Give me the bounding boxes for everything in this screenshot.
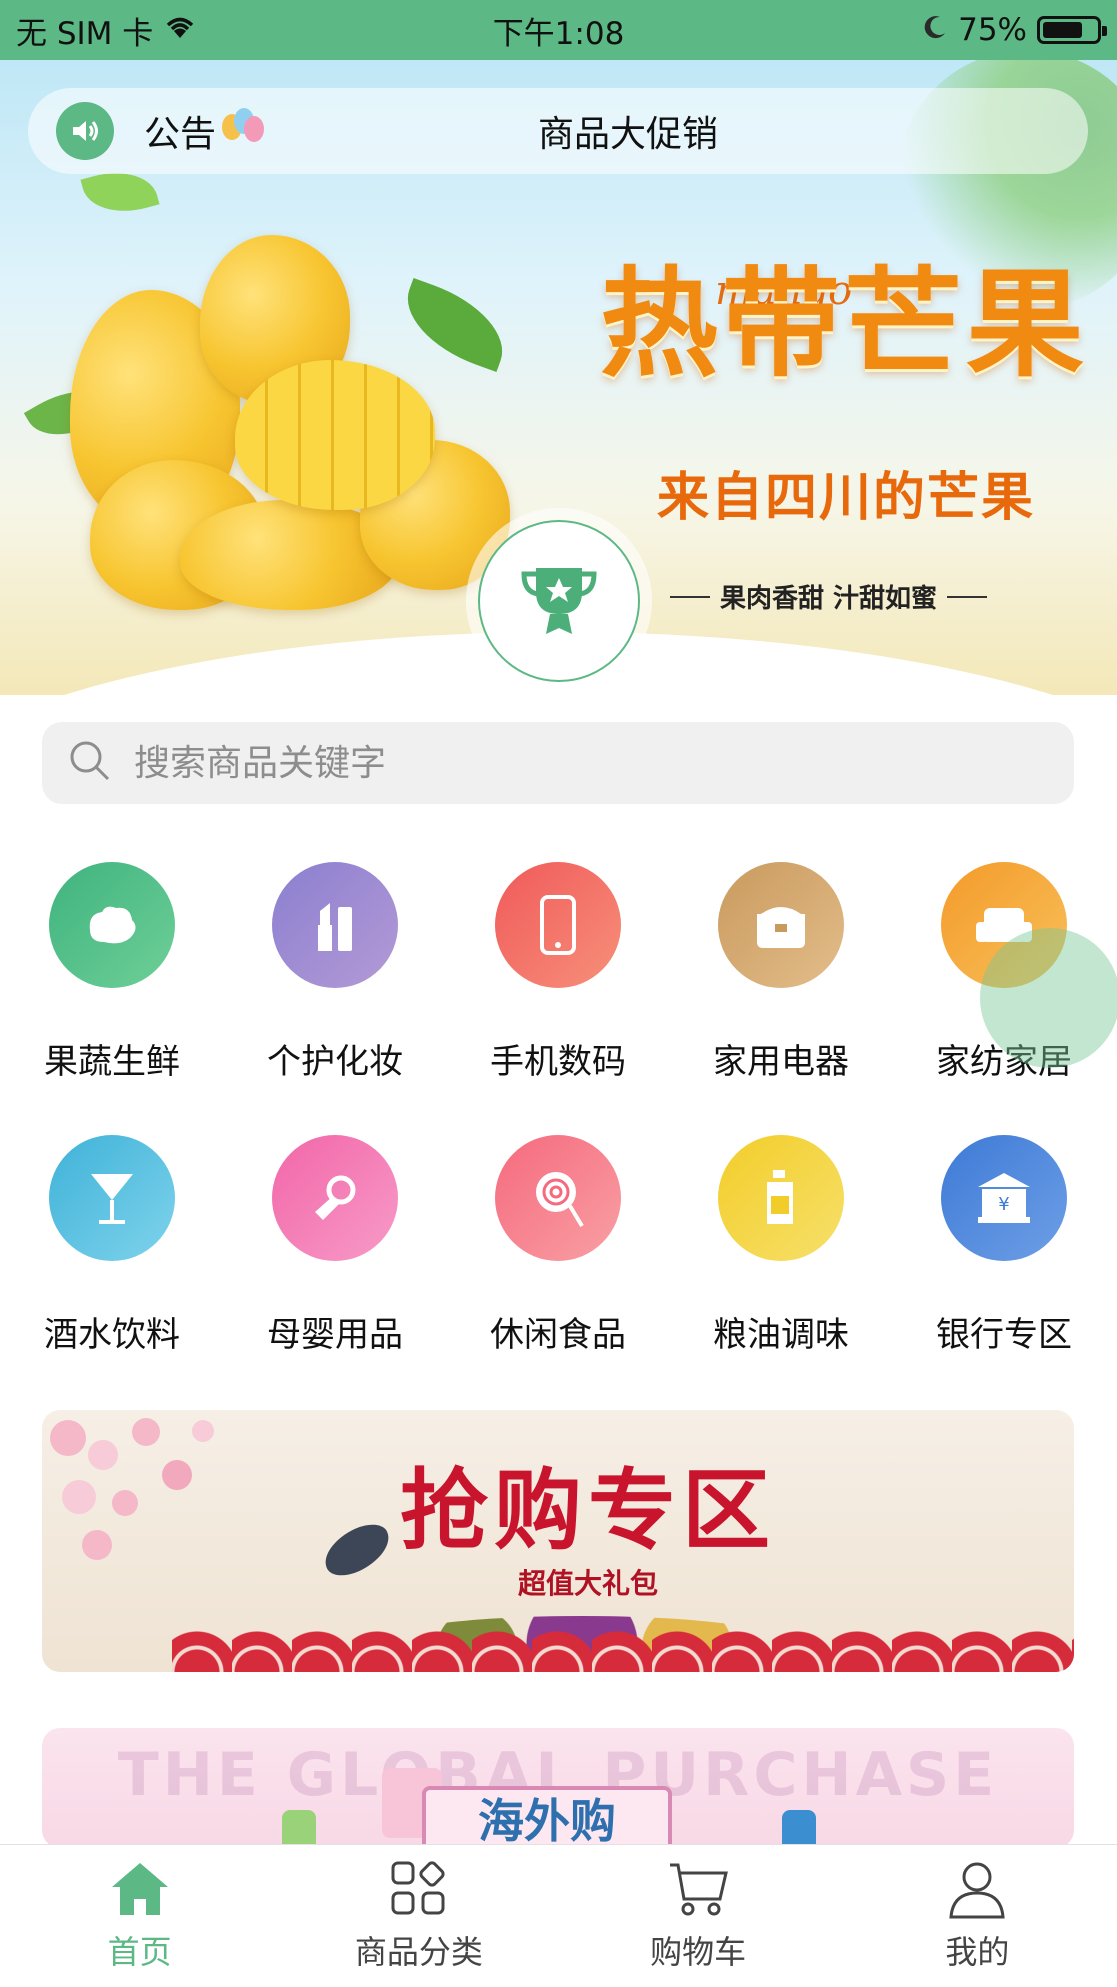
rice-cooker-icon [718,862,844,988]
category-grid-icon [391,1861,445,1915]
banner-subtitle: 来自四川的芒果 [657,468,1036,528]
pacifier-icon [272,1135,398,1261]
mango-cubed-image [235,360,435,510]
user-icon [949,1862,1006,1919]
category-label: 家用电器 [713,1042,849,1082]
featured-label: 精选 [0,690,1117,695]
search-icon [68,739,112,787]
banner-tagline-text: 果肉香甜 汁甜如蜜 [720,584,938,614]
tab-cart-label: 购物车 [650,1933,747,1971]
tab-category-label: 商品分类 [354,1933,483,1971]
tab-home-label: 首页 [107,1933,172,1971]
category-item[interactable]: 酒水饮料 [22,1135,202,1356]
home-icon [111,1863,168,1915]
category-label: 母婴用品 [267,1315,403,1355]
category-label: 银行专区 [936,1315,1072,1355]
category-item[interactable]: ¥ 银行专区 [914,1135,1094,1356]
svg-text:¥: ¥ [998,1194,1009,1215]
lollipop-icon [495,1135,621,1261]
category-label: 个护化妆 [267,1042,403,1082]
moon-icon [922,12,948,48]
category-item[interactable]: 粮油调味 [691,1135,871,1356]
category-label: 手机数码 [490,1042,626,1082]
category-item[interactable]: 手机数码 [468,862,648,1083]
tab-home[interactable]: 首页 [0,1845,279,1987]
hero-banner[interactable]: mango 热带芒果 来自四川的芒果 果肉香甜 汁甜如蜜 公告 商品大促销 [0,60,1117,695]
category-label: 酒水饮料 [44,1315,180,1355]
cart-icon [670,1863,729,1916]
banner-tagline: 果肉香甜 汁甜如蜜 [670,578,988,615]
banner-title: 热带芒果 [600,254,1089,393]
category-item[interactable]: 果蔬生鲜 [22,862,202,1083]
category-item[interactable]: 休闲食品 [468,1135,648,1356]
category-label: 果蔬生鲜 [44,1042,180,1082]
carrier-text: 无 SIM 卡 [16,15,154,52]
flash-sale-title: 抢购专区 [399,1458,776,1562]
category-label: 粮油调味 [713,1315,849,1355]
tab-mine-label: 我的 [945,1933,1010,1971]
vegetable-icon [49,862,175,988]
bottle-decoration [282,1810,316,1848]
flash-sale-banner[interactable]: 抢购专区 超值大礼包 [42,1410,1074,1672]
status-bar: 无 SIM 卡 下午1:08 75% [0,0,1117,60]
overseas-title: 海外购 [422,1786,672,1848]
category-item[interactable]: 家用电器 [691,862,871,1083]
tab-cart[interactable]: 购物车 [559,1845,838,1987]
category-label: 休闲食品 [490,1315,626,1355]
tab-bar: 首页 商品分类 购物车 我的 [0,1844,1117,1987]
wifi-icon [163,12,197,48]
lipstick-icon [272,862,398,988]
notice-text[interactable]: 商品大促销 [28,105,1088,157]
overseas-banner[interactable]: THE GLOBAL PURCHASE 海外购 [42,1728,1074,1848]
tab-category[interactable]: 商品分类 [279,1845,558,1987]
search-bar[interactable] [42,722,1074,804]
app-screen: 无 SIM 卡 下午1:08 75% mango 热带芒果 来自四川的芒果 果肉… [0,0,1117,1987]
battery-icon [1037,16,1107,44]
bank-icon: ¥ [941,1135,1067,1261]
leaf-decoration [393,277,517,373]
category-item[interactable]: 母婴用品 [245,1135,425,1356]
trophy-icon [521,568,597,634]
search-input[interactable] [134,742,1034,784]
oil-bottle-icon [718,1135,844,1261]
wave-decoration [172,1626,1074,1672]
assistive-touch[interactable] [980,928,1117,1068]
featured-badge[interactable] [478,520,640,682]
bottle-decoration [782,1810,816,1848]
tab-mine[interactable]: 我的 [838,1845,1117,1987]
notice-bar[interactable]: 公告 商品大促销 [28,88,1088,174]
phone-icon [495,862,621,988]
battery-percent: 75% [958,12,1027,48]
cocktail-icon [49,1135,175,1261]
flash-sale-subtitle: 超值大礼包 [517,1567,658,1600]
category-item[interactable]: 个护化妆 [245,862,425,1083]
